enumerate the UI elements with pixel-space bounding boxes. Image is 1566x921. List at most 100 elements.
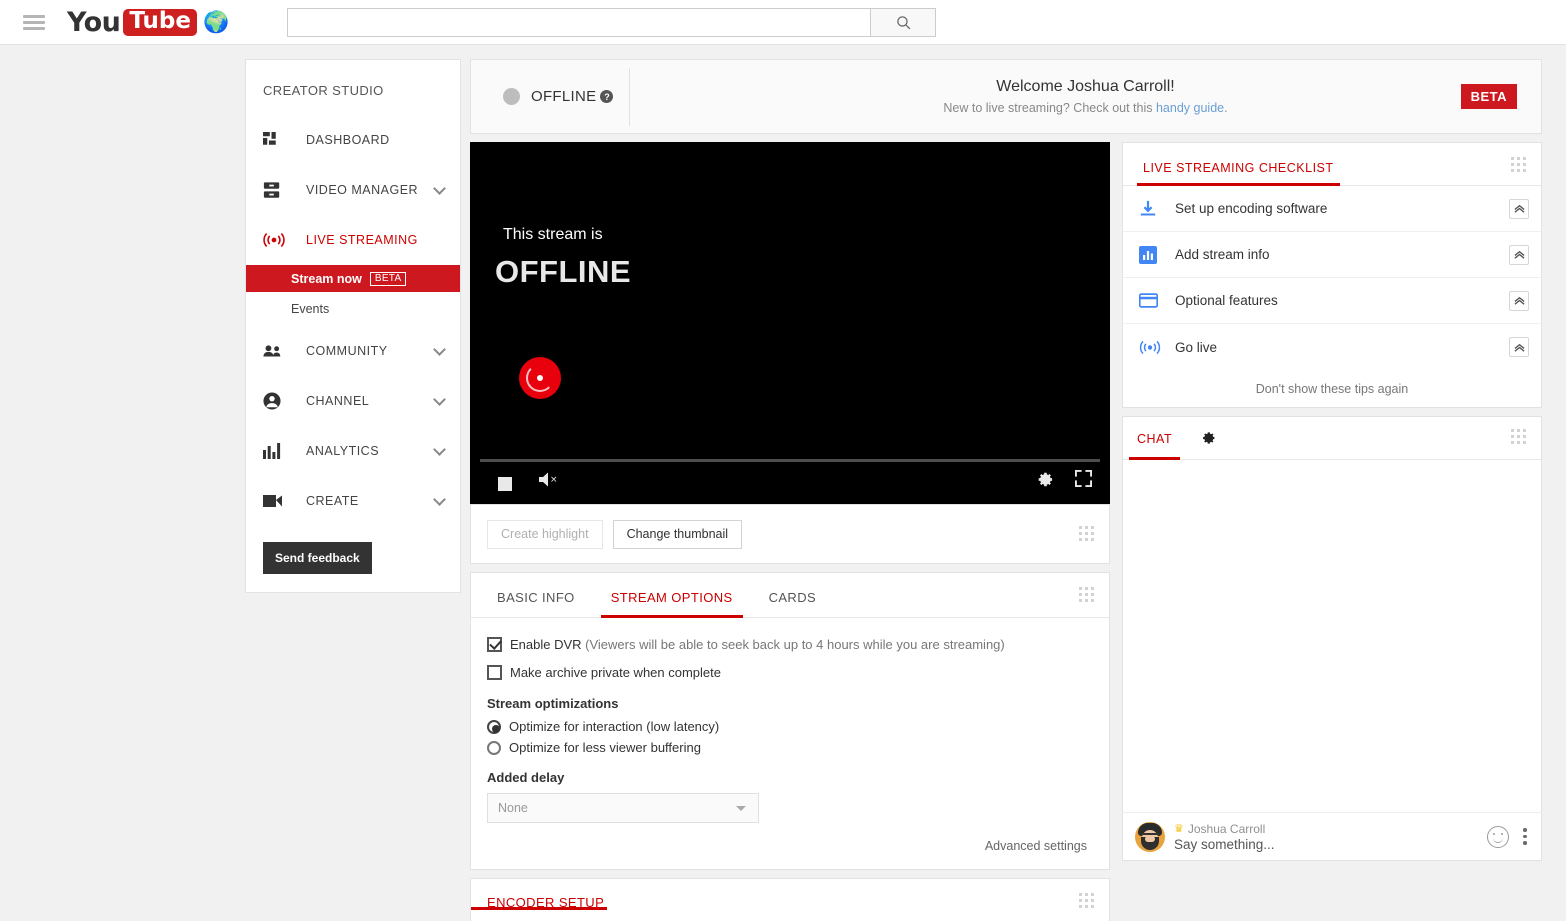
collapse-button[interactable] xyxy=(1509,244,1529,265)
stream-settings-card: BASIC INFO STREAM OPTIONS CARDS Enable D… xyxy=(470,572,1110,870)
sidebar-item-dashboard[interactable]: DASHBOARD xyxy=(246,115,460,165)
sidebar-item-label: VIDEO MANAGER xyxy=(306,183,419,197)
create-highlight-button[interactable]: Create highlight xyxy=(487,519,603,549)
sidebar-item-label: CREATE xyxy=(306,494,359,508)
collapse-button[interactable] xyxy=(1509,198,1529,219)
logo-you-text: You xyxy=(67,6,121,38)
change-thumbnail-button[interactable]: Change thumbnail xyxy=(612,519,743,549)
chevron-down-icon[interactable] xyxy=(433,181,446,195)
less-buffering-radio[interactable] xyxy=(487,740,501,755)
top-bar: You Tube 🌍 xyxy=(0,0,1566,45)
make-archive-private-label: Make archive private when complete xyxy=(510,665,721,680)
advanced-settings-link[interactable]: Advanced settings xyxy=(487,839,1087,853)
chat-tab[interactable]: CHAT xyxy=(1128,418,1181,460)
video-manager-icon xyxy=(263,181,287,199)
sidebar-item-channel[interactable]: CHANNEL xyxy=(246,376,460,426)
checklist-item-label: Add stream info xyxy=(1175,247,1270,262)
video-player[interactable]: This stream is OFFLINE × xyxy=(470,142,1110,504)
settings-gear-icon[interactable] xyxy=(1035,470,1054,494)
sidebar-item-community[interactable]: COMMUNITY xyxy=(246,326,460,376)
chat-user-block: ♛ Joshua Carroll Say something... xyxy=(1174,822,1487,852)
broadcast-icon xyxy=(1139,340,1161,355)
tab-stream-options[interactable]: STREAM OPTIONS xyxy=(600,590,743,618)
sidebar-item-create[interactable]: CREATE xyxy=(246,476,460,526)
stop-icon[interactable] xyxy=(498,477,512,491)
download-icon xyxy=(1139,200,1161,218)
hamburger-menu-icon[interactable] xyxy=(23,12,45,33)
fullscreen-icon[interactable] xyxy=(1075,470,1092,492)
make-archive-private-checkbox[interactable] xyxy=(487,665,502,680)
stream-status: OFFLINE ? xyxy=(471,88,629,105)
chevron-down-icon[interactable] xyxy=(433,492,446,506)
enable-dvr-label: Enable DVR (Viewers will be able to seek… xyxy=(510,636,1005,653)
chevron-down-icon[interactable] xyxy=(433,342,446,356)
page-body: CREATOR STUDIO DASHBOARD VIDEO MANAGER L… xyxy=(0,45,1566,921)
sidebar-item-label: CHANNEL xyxy=(306,394,370,408)
kebab-menu-icon[interactable] xyxy=(1523,825,1527,848)
checklist-item-encoding-software[interactable]: Set up encoding software xyxy=(1123,186,1541,232)
create-icon xyxy=(263,494,287,508)
tab-cards[interactable]: CARDS xyxy=(759,590,827,617)
sidebar-item-label: ANALYTICS xyxy=(306,444,380,458)
checklist-item-label: Go live xyxy=(1175,339,1218,355)
chat-settings-gear-icon[interactable] xyxy=(1200,430,1216,446)
chat-user-name-row: ♛ Joshua Carroll xyxy=(1174,822,1487,836)
chat-header: CHAT xyxy=(1123,417,1541,460)
channel-icon xyxy=(263,392,287,410)
encoder-setup-tab[interactable]: ENCODER SETUP xyxy=(471,879,607,910)
chevron-down-icon[interactable] xyxy=(433,442,446,456)
sidebar-subitem-stream-now[interactable]: Stream now BETA xyxy=(246,265,460,292)
low-latency-radio[interactable] xyxy=(487,719,501,734)
stream-settings-tabs: BASIC INFO STREAM OPTIONS CARDS xyxy=(471,573,1109,618)
sidebar-item-analytics[interactable]: ANALYTICS xyxy=(246,426,460,476)
search-input[interactable] xyxy=(287,7,871,37)
less-buffering-label: Optimize for less viewer buffering xyxy=(509,740,701,755)
player-actions-row: Create highlight Change thumbnail xyxy=(471,505,1109,563)
checklist-item-go-live[interactable]: Go live xyxy=(1123,324,1541,370)
tab-basic-info[interactable]: BASIC INFO xyxy=(487,590,585,617)
help-icon[interactable]: ? xyxy=(600,90,614,103)
chat-user-name: Joshua Carroll xyxy=(1187,821,1266,836)
checklist-item-optional-features[interactable]: Optional features xyxy=(1123,278,1541,324)
welcome-bar: OFFLINE ? Welcome Joshua Carroll! New to… xyxy=(470,59,1542,134)
collapse-button[interactable] xyxy=(1509,337,1529,357)
sidebar-item-label: DASHBOARD xyxy=(306,133,390,147)
main-content: OFFLINE ? Welcome Joshua Carroll! New to… xyxy=(470,59,1542,921)
record-button[interactable] xyxy=(519,357,561,399)
enable-dvr-checkbox[interactable] xyxy=(487,637,502,652)
drag-handle-icon[interactable] xyxy=(1079,587,1095,603)
chat-input[interactable]: Say something... xyxy=(1174,837,1487,852)
drag-handle-icon[interactable] xyxy=(1511,157,1527,173)
welcome-subtitle: New to live streaming? Check out this ha… xyxy=(630,101,1541,115)
checklist-header: LIVE STREAMING CHECKLIST xyxy=(1123,143,1541,186)
sidebar-subitem-label: Stream now xyxy=(291,271,362,286)
encoder-setup-card: ENCODER SETUP xyxy=(470,878,1110,921)
chevron-down-icon xyxy=(736,805,746,811)
emoji-icon[interactable] xyxy=(1487,825,1509,848)
logo-tube-text: Tube xyxy=(123,8,197,36)
chevron-down-icon[interactable] xyxy=(433,392,446,406)
volume-muted-icon[interactable]: × xyxy=(538,471,562,493)
sidebar-item-live-streaming[interactable]: LIVE STREAMING xyxy=(246,215,460,265)
handy-guide-link[interactable]: handy guide xyxy=(1156,101,1224,115)
enable-dvr-row: Enable DVR (Viewers will be able to seek… xyxy=(487,636,1087,653)
send-feedback-button[interactable]: Send feedback xyxy=(263,542,372,574)
dismiss-tips-link[interactable]: Don't show these tips again xyxy=(1123,370,1541,407)
welcome-subtitle-suffix: . xyxy=(1224,101,1228,115)
added-delay-select[interactable]: None xyxy=(487,793,759,823)
checklist-item-stream-info[interactable]: Add stream info xyxy=(1123,232,1541,278)
sidebar-item-label: LIVE STREAMING xyxy=(306,233,418,247)
search-button[interactable] xyxy=(870,7,937,37)
drag-handle-icon[interactable] xyxy=(1511,429,1527,445)
sidebar-item-video-manager[interactable]: VIDEO MANAGER xyxy=(246,165,460,215)
creator-studio-title: CREATOR STUDIO xyxy=(263,83,384,98)
drag-handle-icon[interactable] xyxy=(1079,893,1095,909)
sidebar-subitem-events[interactable]: Events xyxy=(246,292,460,326)
player-line-1: This stream is xyxy=(503,226,603,243)
drag-handle-icon[interactable] xyxy=(1079,526,1095,542)
sidebar-item-label: COMMUNITY xyxy=(306,344,388,358)
progress-bar[interactable] xyxy=(480,459,1100,462)
youtube-logo[interactable]: You Tube 🌍 xyxy=(67,6,229,38)
player-actions-card: Create highlight Change thumbnail xyxy=(470,504,1110,564)
collapse-button[interactable] xyxy=(1509,290,1529,311)
